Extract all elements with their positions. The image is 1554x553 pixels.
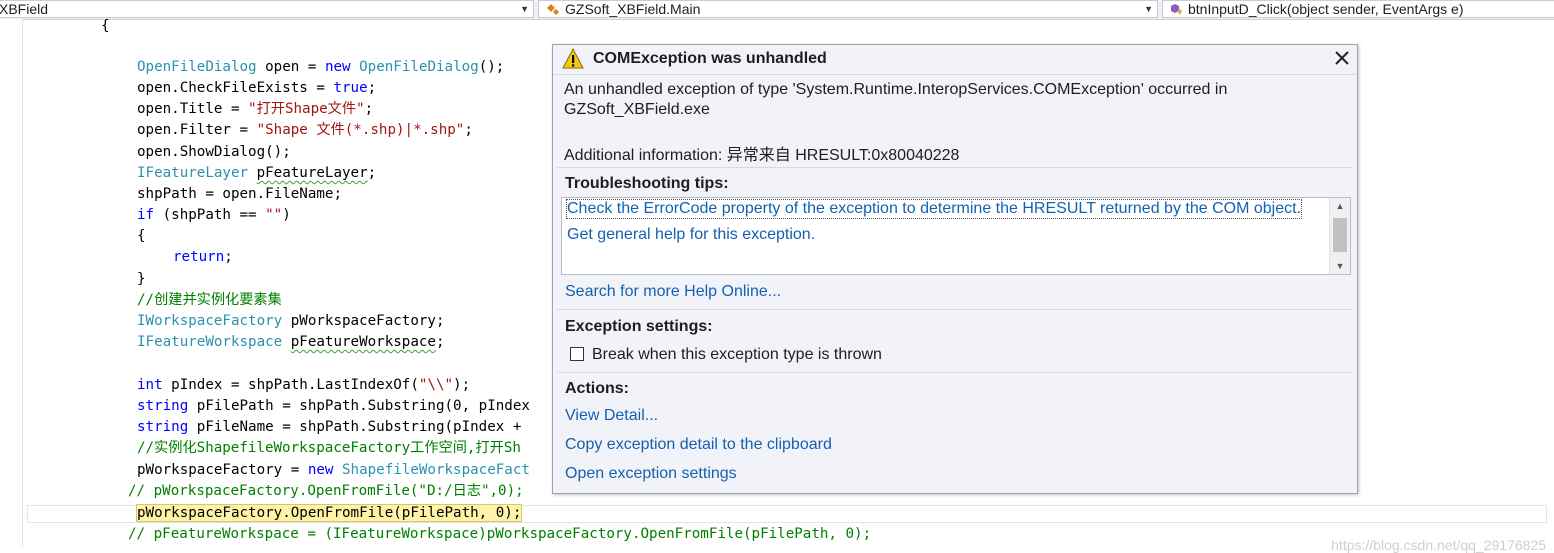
code-line: pWorkspaceFactory = new ShapefileWorkspa… — [137, 462, 530, 478]
exception-title-bar: COMException was unhandled — [553, 45, 1357, 75]
code-comment: //实例化ShapefileWorkspaceFactory工作空间,打开Sh — [137, 440, 521, 456]
code-line: return; — [173, 249, 233, 265]
break-on-exception-checkbox[interactable] — [570, 347, 584, 361]
code-line: int pIndex = shpPath.LastIndexOf("\\"); — [137, 377, 471, 393]
chevron-down-icon: ▼ — [520, 4, 529, 14]
exception-settings-header: Exception settings: — [565, 318, 713, 335]
code-line: open.CheckFileExists = true; — [137, 80, 377, 96]
exception-message: An unhandled exception of type 'System.R… — [564, 81, 1228, 98]
code-line: open.ShowDialog(); — [137, 144, 291, 160]
code-line-current-statement: pWorkspaceFactory.OpenFromFile(pFilePath… — [135, 503, 523, 524]
project-dropdown-label: XBField — [0, 1, 49, 17]
divider — [557, 167, 1353, 168]
scroll-thumb[interactable] — [1333, 218, 1347, 252]
code-line: if (shpPath == "") — [137, 207, 291, 223]
scroll-up-icon[interactable]: ▲ — [1330, 198, 1350, 214]
exception-helper-popup: COMException was unhandled An unhandled … — [552, 44, 1358, 494]
divider — [557, 372, 1353, 373]
chevron-down-icon: ▼ — [1144, 4, 1153, 14]
view-detail-link[interactable]: View Detail... — [565, 407, 658, 425]
warning-icon — [562, 48, 584, 69]
type-dropdown[interactable]: GZSoft_XBField.Main ▼ — [538, 0, 1158, 18]
tips-scrollbar[interactable]: ▲ ▼ — [1329, 198, 1350, 274]
code-comment: // pWorkspaceFactory.OpenFromFile("D:/日志… — [128, 483, 524, 499]
code-line: open.Filter = "Shape 文件(*.shp)|*.shp"; — [137, 122, 473, 138]
tip-general-help-link[interactable]: Get general help for this exception. — [567, 226, 815, 244]
code-line: IFeatureWorkspace pFeatureWorkspace; — [137, 334, 445, 350]
code-line: { — [137, 228, 146, 244]
code-comment: // pFeatureWorkspace = (IFeatureWorkspac… — [128, 526, 872, 542]
project-dropdown[interactable]: XBField ▼ — [0, 0, 534, 18]
troubleshooting-tips-list[interactable]: Check the ErrorCode property of the exce… — [561, 197, 1351, 275]
search-help-online-link[interactable]: Search for more Help Online... — [565, 283, 781, 301]
class-icon — [547, 4, 559, 15]
scroll-down-icon[interactable]: ▼ — [1330, 258, 1350, 274]
tip-errorcode-link[interactable]: Check the ErrorCode property of the exce… — [566, 199, 1302, 219]
troubleshooting-header: Troubleshooting tips: — [565, 175, 729, 192]
member-dropdown[interactable]: btnInputD_Click(object sender, EventArgs… — [1162, 0, 1554, 18]
type-dropdown-label: GZSoft_XBField.Main — [565, 1, 701, 17]
exception-message-exe: GZSoft_XBField.exe — [564, 101, 710, 118]
code-line: string pFilePath = shpPath.Substring(0, … — [137, 398, 530, 414]
code-line: string pFileName = shpPath.Substring(pIn… — [137, 419, 522, 435]
code-line: open.Title = "打开Shape文件"; — [137, 101, 374, 117]
code-line: { — [101, 18, 110, 34]
code-comment: //创建并实例化要素集 — [137, 292, 282, 308]
event-icon — [1171, 4, 1182, 15]
close-icon[interactable] — [1333, 49, 1351, 67]
member-dropdown-label: btnInputD_Click(object sender, EventArgs… — [1188, 1, 1464, 17]
exception-title: COMException was unhandled — [593, 50, 827, 67]
code-line: OpenFileDialog open = new OpenFileDialog… — [137, 59, 505, 75]
watermark: https://blog.csdn.net/qq_29176825 — [1331, 537, 1546, 553]
actions-header: Actions: — [565, 380, 629, 397]
break-on-exception-label: Break when this exception type is thrown — [592, 346, 882, 363]
open-exception-settings-link[interactable]: Open exception settings — [565, 465, 737, 483]
exception-statement-highlight: pWorkspaceFactory.OpenFromFile(pFilePath… — [135, 504, 523, 522]
code-line: IFeatureLayer pFeatureLayer; — [137, 165, 377, 181]
copy-exception-detail-link[interactable]: Copy exception detail to the clipboard — [565, 436, 832, 454]
code-line: shpPath = open.FileName; — [137, 186, 342, 202]
code-line: IWorkspaceFactory pWorkspaceFactory; — [137, 313, 445, 329]
editor-margin — [0, 19, 23, 546]
additional-information: Additional information: 异常来自 HRESULT:0x8… — [564, 147, 960, 164]
navigation-bar: XBField ▼ GZSoft_XBField.Main ▼ btnInput… — [0, 0, 1554, 20]
divider — [557, 309, 1353, 310]
code-line: } — [137, 271, 146, 287]
